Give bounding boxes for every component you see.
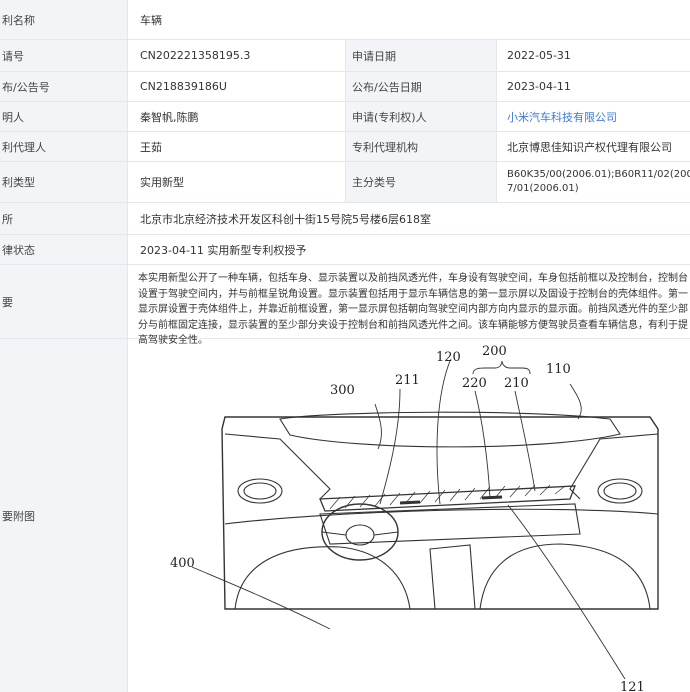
label-main-classification: 主分类号 [345, 162, 497, 202]
value-main-classification: B60K35/00(2006.01);B60R11/02(2006.01);G0… [497, 162, 690, 202]
leader-120 [436, 360, 451, 505]
value-applicant-link[interactable]: 小米汽车科技有限公司 [497, 102, 690, 131]
row-patent-title: 利名称 车辆 [0, 0, 690, 40]
label-400: 400 [170, 556, 195, 571]
label-220: 220 [462, 376, 487, 391]
value-inventor: 秦智帆,陈鹏 [140, 110, 199, 124]
label-110: 110 [546, 362, 571, 377]
label-applicant: 申请(专利权)人 [345, 102, 497, 131]
label-210: 210 [504, 376, 529, 391]
seat-left [234, 546, 411, 610]
mirror-left-inner [243, 482, 277, 500]
value-legal-status: 2023-04-11 实用新型专利权授予 [140, 243, 307, 257]
steering-spoke [321, 531, 347, 536]
value-agency: 北京博思佳知识产权代理有限公司 [507, 140, 672, 154]
value-agent: 王茹 [140, 140, 162, 154]
value-patent-type: 实用新型 [140, 176, 184, 189]
brace-200 [472, 360, 531, 375]
leader-300 [374, 403, 382, 450]
leader-400 [191, 566, 331, 630]
label-inventor: 明人 [0, 102, 128, 131]
label-publication-date: 公布/公告日期 [345, 72, 497, 101]
patent-info-table: 利名称 车辆 请号 CN202221358195.3 申请日期 2022-05-… [0, 0, 690, 692]
abstract-figure-drawing[interactable]: 300 211 120 200 220 210 110 400 121 [130, 339, 690, 692]
mirror-right-inner [603, 482, 637, 500]
classification-line-2: 7/01(2006.01) [507, 183, 579, 194]
label-patent-type: 利类型 [0, 162, 128, 202]
label-legal-status: 律状态 [0, 235, 128, 264]
value-publication-number: CN218839186U [140, 80, 227, 93]
leader-121 [507, 504, 626, 680]
seat-right [479, 543, 651, 610]
label-120: 120 [436, 350, 461, 365]
a-pillar-right [569, 433, 659, 500]
leader-210 [514, 390, 536, 492]
leader-220 [474, 390, 491, 500]
row-legal-status: 律状态 2023-04-11 实用新型专利权授予 [0, 235, 690, 265]
value-abstract: 本实用新型公开了一种车辆，包括车身、显示装置以及前挡风透光件，车身设有驾驶空间，… [138, 273, 688, 346]
label-application-date: 申请日期 [345, 40, 497, 71]
value-application-number: CN202221358195.3 [140, 49, 251, 62]
label-publication-number: 布/公告号 [0, 72, 128, 101]
label-application-number: 请号 [0, 40, 128, 71]
display-slot-left [399, 500, 421, 505]
value-address: 北京市北京经济技术开发区科创十街15号院5号楼6层618室 [140, 212, 431, 226]
steering-spoke-2 [373, 531, 399, 536]
label-abstract-figure: 要附图 [0, 339, 128, 692]
row-abstract: 要 本实用新型公开了一种车辆，包括车身、显示装置以及前挡风透光件，车身设有驾驶空… [0, 265, 690, 346]
display-band [319, 485, 576, 512]
value-publication-date: 2023-04-11 [507, 80, 571, 93]
display-slot-right [481, 495, 503, 500]
value-application-date: 2022-05-31 [507, 49, 571, 62]
leader-110 [569, 383, 582, 420]
dashboard-top [224, 508, 659, 525]
label-address: 所 [0, 203, 128, 234]
row-inventor: 明人 秦智帆,陈鹏 申请(专利权)人 小米汽车科技有限公司 [0, 102, 690, 132]
label-agency: 专利代理机构 [345, 132, 497, 161]
label-300: 300 [330, 383, 355, 398]
row-patent-type: 利类型 实用新型 主分类号 B60K35/00(2006.01);B60R11/… [0, 162, 690, 203]
label-121: 121 [620, 680, 645, 692]
row-application-number: 请号 CN202221358195.3 申请日期 2022-05-31 [0, 40, 690, 72]
row-publication-number: 布/公告号 CN218839186U 公布/公告日期 2023-04-11 [0, 72, 690, 102]
label-agent: 利代理人 [0, 132, 128, 161]
steering-hub [345, 524, 375, 546]
label-211: 211 [395, 373, 420, 388]
a-pillar-left [224, 433, 331, 500]
leader-211 [379, 388, 401, 505]
row-address: 所 北京市北京经济技术开发区科创十街15号院5号楼6层618室 [0, 203, 690, 235]
value-patent-title: 车辆 [140, 13, 162, 27]
label-200: 200 [482, 344, 507, 359]
label-abstract: 要 [0, 265, 128, 338]
row-agent: 利代理人 王茹 专利代理机构 北京博思佳知识产权代理有限公司 [0, 132, 690, 162]
center-console [429, 544, 476, 610]
classification-line-1: B60K35/00(2006.01);B60R11/02(2006.01);G0… [507, 169, 690, 180]
label-patent-title: 利名称 [0, 0, 128, 39]
